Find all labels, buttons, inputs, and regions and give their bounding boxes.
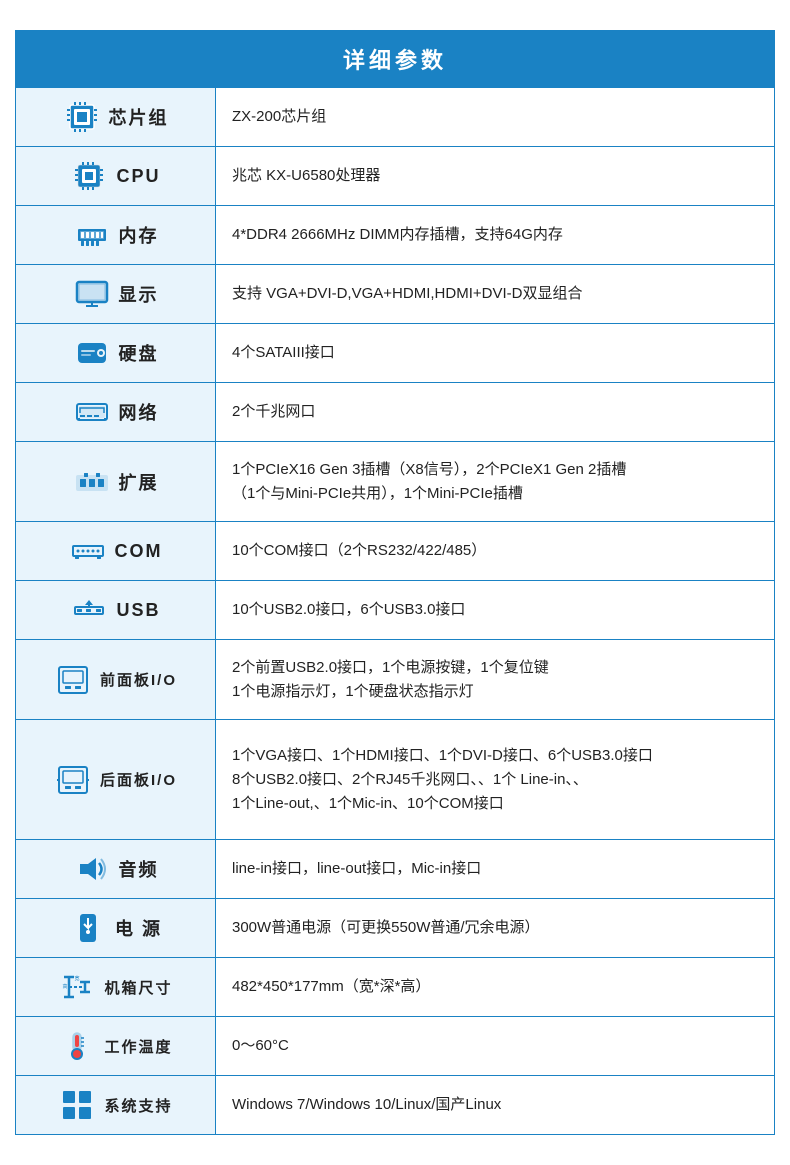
value-hdd: 4个SATAIII接口 [216, 324, 774, 382]
audio-icon [73, 850, 111, 888]
value-power: 300W普通电源（可更换550W普通/冗余电源） [216, 899, 774, 957]
spec-table: 详细参数 [15, 30, 775, 1135]
usb-icon [70, 591, 108, 629]
rear-io-icon [54, 761, 92, 799]
value-chassis: 482*450*177mm（宽*深*高） [216, 958, 774, 1016]
value-usb: 10个USB2.0接口，6个USB3.0接口 [216, 581, 774, 639]
value-display: 支持 VGA+DVI-D,VGA+HDMI,HDMI+DVI-D双显组合 [216, 265, 774, 323]
label-usb: USB [16, 581, 216, 639]
label-com-text: COM [115, 541, 163, 562]
label-hdd-text: 硬盘 [119, 340, 159, 366]
row-power: 电 源 300W普通电源（可更换550W普通/冗余电源） [16, 898, 774, 957]
row-expansion: 扩展 1个PCIeX16 Gen 3插槽（X8信号），2个PCIeX1 Gen … [16, 441, 774, 521]
value-expansion: 1个PCIeX16 Gen 3插槽（X8信号），2个PCIeX1 Gen 2插槽… [216, 442, 774, 521]
label-cpu: CPU [16, 147, 216, 205]
label-power: 电 源 [16, 899, 216, 957]
row-hdd: 硬盘 4个SATAIII接口 [16, 323, 774, 382]
memory-icon [73, 216, 111, 254]
label-display-text: 显示 [119, 281, 159, 307]
label-memory: 内存 [16, 206, 216, 264]
hdd-icon [73, 334, 111, 372]
value-network: 2个千兆网口 [216, 383, 774, 441]
row-temperature: 工作温度 0～60°C [16, 1016, 774, 1075]
display-icon [73, 275, 111, 313]
label-usb-text: USB [116, 600, 160, 621]
value-com: 10个COM接口（2个RS232/422/485） [216, 522, 774, 580]
label-os: 系统支持 [16, 1076, 216, 1134]
value-os: Windows 7/Windows 10/Linux/国产Linux [216, 1076, 774, 1134]
svg-text:宽: 宽 [75, 975, 80, 982]
label-rear-io: 后面板I/O [16, 720, 216, 839]
label-com: COM [16, 522, 216, 580]
label-cpu-text: CPU [116, 166, 160, 187]
row-rear-io: 后面板I/O 1个VGA接口、1个HDMI接口、1个DVI-D接口、6个USB3… [16, 719, 774, 839]
label-memory-text: 内存 [119, 222, 159, 248]
cpu-icon [70, 157, 108, 195]
row-front-io: 前面板I/O 2个前置USB2.0接口，1个电源按键，1个复位键1个电源指示灯，… [16, 639, 774, 719]
label-network-text: 网络 [119, 399, 159, 425]
label-front-io-text: 前面板I/O [100, 669, 177, 690]
value-chipset: ZX-200芯片组 [216, 88, 774, 146]
label-rear-io-text: 后面板I/O [100, 769, 177, 790]
value-memory: 4*DDR4 2666MHz DIMM内存插槽，支持64G内存 [216, 206, 774, 264]
label-hdd: 硬盘 [16, 324, 216, 382]
label-audio: 音频 [16, 840, 216, 898]
os-icon [58, 1086, 96, 1124]
label-chipset-text: 芯片组 [109, 104, 169, 130]
label-chassis: 宽 高 机箱尺寸 [16, 958, 216, 1016]
expansion-icon [73, 463, 111, 501]
label-network: 网络 [16, 383, 216, 441]
row-usb: USB 10个USB2.0接口，6个USB3.0接口 [16, 580, 774, 639]
row-network: 网络 2个千兆网口 [16, 382, 774, 441]
row-chipset: 芯片组 ZX-200芯片组 [16, 87, 774, 146]
power-icon [69, 909, 107, 947]
label-chassis-text: 机箱尺寸 [104, 977, 172, 998]
value-cpu: 兆芯 KX-U6580处理器 [216, 147, 774, 205]
value-temperature: 0～60°C [216, 1017, 774, 1075]
label-chipset: 芯片组 [16, 88, 216, 146]
row-memory: 内存 4*DDR4 2666MHz DIMM内存插槽，支持64G内存 [16, 205, 774, 264]
value-front-io: 2个前置USB2.0接口，1个电源按键，1个复位键1个电源指示灯，1个硬盘状态指… [216, 640, 774, 719]
value-audio: line-in接口，line-out接口，Mic-in接口 [216, 840, 774, 898]
label-expansion-text: 扩展 [119, 469, 159, 495]
label-power-text: 电 源 [115, 915, 162, 941]
svg-text:高: 高 [63, 983, 68, 990]
label-expansion: 扩展 [16, 442, 216, 521]
table-header: 详细参数 [16, 31, 774, 87]
label-temperature: 工作温度 [16, 1017, 216, 1075]
chassis-icon: 宽 高 [58, 968, 96, 1006]
front-io-icon [54, 661, 92, 699]
row-com: COM 10个COM接口（2个RS232/422/485） [16, 521, 774, 580]
chipset-icon [63, 98, 101, 136]
row-os: 系统支持 Windows 7/Windows 10/Linux/国产Linux [16, 1075, 774, 1134]
label-temperature-text: 工作温度 [104, 1036, 172, 1057]
com-icon [69, 532, 107, 570]
temperature-icon [58, 1027, 96, 1065]
row-chassis: 宽 高 机箱尺寸 482*450*177mm（宽*深*高） [16, 957, 774, 1016]
label-os-text: 系统支持 [104, 1095, 172, 1116]
row-cpu: CPU 兆芯 KX-U6580处理器 [16, 146, 774, 205]
label-audio-text: 音频 [119, 856, 159, 882]
label-display: 显示 [16, 265, 216, 323]
label-front-io: 前面板I/O [16, 640, 216, 719]
value-rear-io: 1个VGA接口、1个HDMI接口、1个DVI-D接口、6个USB3.0接口 8个… [216, 720, 774, 839]
network-icon [73, 393, 111, 431]
row-audio: 音频 line-in接口，line-out接口，Mic-in接口 [16, 839, 774, 898]
row-display: 显示 支持 VGA+DVI-D,VGA+HDMI,HDMI+DVI-D双显组合 [16, 264, 774, 323]
